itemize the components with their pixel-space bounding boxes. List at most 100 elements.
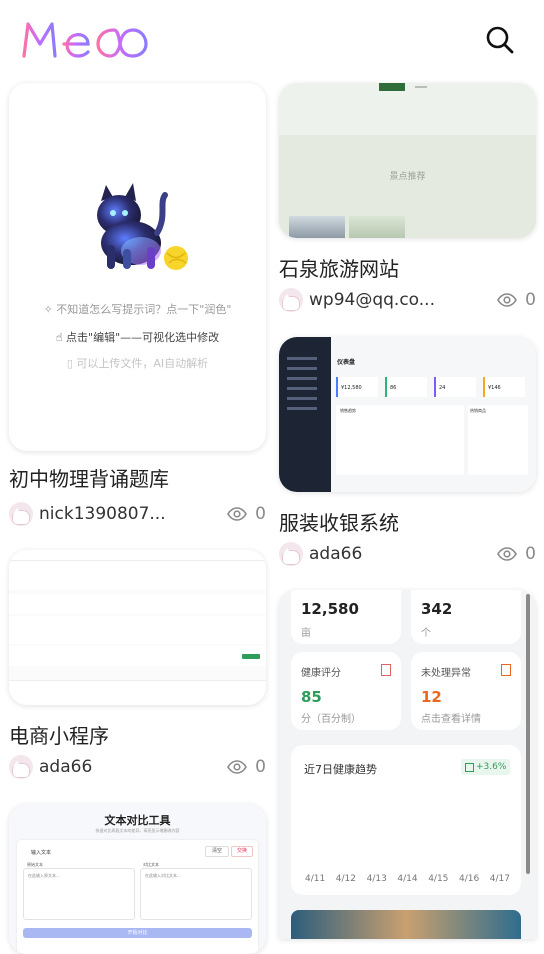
project-card[interactable]: ✧ 不知道怎么写提示词？点一下"润色" ☝ 点击"编辑"——可视化选中修改 ▯ … — [9, 83, 266, 528]
abnormal-hint: 点击查看详情 — [421, 714, 481, 725]
sidebar-item — [287, 387, 317, 390]
trend-badge: +3.6% — [461, 759, 511, 775]
project-card[interactable]: 景点推荐 石泉旅游网站 wp94@qq.co... 0 — [279, 83, 536, 313]
author-avatar[interactable] — [279, 542, 303, 566]
card-thumbnail[interactable]: 景点推荐 — [279, 83, 536, 238]
author-avatar[interactable] — [279, 288, 303, 312]
order-row — [9, 594, 266, 614]
stat-card: 342 个 — [411, 590, 521, 644]
author-name[interactable]: ada66 — [309, 544, 362, 564]
author-avatar[interactable] — [9, 755, 33, 779]
tool-title: 文本对比工具 — [104, 814, 171, 827]
view-count: 0 — [227, 501, 266, 527]
view-count: 0 — [227, 754, 266, 780]
project-card[interactable]: 仪表盘 ¥12,580 86 24 ¥146 销售趋势 热销商品 服装收银系统 … — [279, 337, 536, 569]
order-row — [9, 562, 266, 590]
card-thumbnail[interactable]: 仪表盘 ¥12,580 86 24 ¥146 销售趋势 热销商品 — [279, 337, 536, 492]
axis-tick: 4/15 — [428, 874, 449, 884]
sidebar-item — [287, 397, 317, 400]
tool-subtitle: 快速对比两段文本的差异，高亮显示增删改内容 — [95, 828, 180, 833]
compare-button: 开始对比 — [23, 928, 252, 938]
sparkle-icon: ✧ — [43, 303, 53, 316]
project-card[interactable]: 12,580 亩 342 个 健康评分 85 分（百分制） 未处理异常 12 点… — [279, 590, 536, 939]
axis-tick: 4/13 — [366, 874, 387, 884]
author-name[interactable]: nick1390807... — [39, 504, 166, 524]
card-meta: nick1390807... 0 — [9, 501, 266, 527]
section-heading: 景点推荐 — [389, 172, 426, 182]
text-area: 在此输入原文本... — [23, 868, 135, 920]
author-avatar[interactable] — [9, 502, 33, 526]
hint-line: ✧ 不知道怎么写提示词？点一下"润色" — [43, 303, 232, 316]
abnormal-label: 未处理异常 — [421, 668, 471, 679]
stat-tile: 86 — [385, 377, 427, 397]
axis-tick: 4/17 — [489, 874, 510, 884]
card-thumbnail[interactable] — [9, 550, 266, 705]
card-title[interactable]: 石泉旅游网站 — [279, 253, 399, 282]
card-meta: wp94@qq.co... 0 — [279, 287, 536, 313]
hint-line: ☝ 点击"编辑"——可视化选中修改 — [55, 331, 220, 344]
search-icon — [486, 26, 514, 54]
sidebar-item — [287, 407, 317, 410]
swap-button: 交换 — [231, 846, 253, 857]
axis-tick: 4/16 — [458, 874, 480, 884]
sales-chart-panel — [336, 405, 464, 475]
abnormal-card: 未处理异常 12 点击查看详情 — [411, 652, 521, 730]
warning-icon — [501, 664, 511, 676]
site-nav — [379, 83, 405, 91]
stat-unit: 亩 — [301, 628, 311, 639]
trend-up-icon — [465, 762, 474, 772]
site-nav-item — [415, 86, 427, 88]
stat-value: 12,580 — [301, 600, 359, 618]
trend-card: 近7日健康趋势 +3.6% 4/11 4/12 4/13 4/14 4/15 4… — [291, 745, 521, 895]
card-thumbnail[interactable]: 文本对比工具 快速对比两段文本的差异，高亮显示增删改内容 输入文本 清空 交换 … — [9, 804, 266, 954]
health-value: 85 — [301, 688, 322, 706]
shield-icon — [381, 664, 391, 676]
project-card[interactable]: 文本对比工具 快速对比两段文本的差异，高亮显示增删改内容 输入文本 清空 交换 … — [9, 804, 266, 954]
card-thumbnail[interactable]: ✧ 不知道怎么写提示词？点一下"润色" ☝ 点击"编辑"——可视化选中修改 ▯ … — [9, 83, 266, 451]
pointer-icon: ☝ — [55, 331, 63, 344]
author-name[interactable]: ada66 — [39, 757, 92, 777]
panel-title: 销售趋势 — [340, 408, 356, 413]
panel-label: 输入文本 — [31, 850, 52, 856]
search-button[interactable] — [484, 24, 516, 56]
author-name[interactable]: wp94@qq.co... — [309, 290, 435, 310]
card-thumbnail[interactable]: 12,580 亩 342 个 健康评分 85 分（百分制） 未处理异常 12 点… — [279, 590, 536, 939]
stat-value: 342 — [421, 600, 453, 618]
axis-tick: 4/11 — [305, 874, 326, 884]
project-card[interactable]: 电商小程序 ada66 0 — [9, 550, 266, 782]
landscape-photo — [291, 910, 521, 939]
photo-thumb — [289, 216, 345, 238]
eye-icon — [497, 547, 518, 561]
tab-bar — [9, 550, 266, 561]
sidebar-item — [287, 377, 317, 380]
health-unit: 分（百分制） — [301, 714, 361, 725]
axis-tick: 4/12 — [335, 874, 357, 884]
stat-tile: ¥146 — [483, 377, 525, 397]
status-button — [242, 654, 260, 659]
card-title[interactable]: 服装收银系统 — [279, 507, 399, 536]
clear-button: 清空 — [205, 846, 229, 857]
meoo-logo[interactable] — [20, 18, 150, 66]
view-count: 0 — [497, 287, 536, 313]
file-icon: ▯ — [66, 357, 73, 370]
scrollbar[interactable] — [526, 594, 530, 874]
bottom-nav — [9, 680, 266, 705]
stat-card: 12,580 亩 — [291, 590, 401, 644]
cat-illustration — [97, 183, 188, 270]
text-area: 在此输入对比文本... — [140, 868, 252, 920]
card-title[interactable]: 初中物理背诵题库 — [9, 463, 169, 492]
trend-title: 近7日健康趋势 — [304, 763, 377, 776]
eye-icon — [227, 760, 248, 774]
view-count: 0 — [497, 541, 536, 567]
app-header — [0, 0, 544, 80]
health-label: 健康评分 — [301, 668, 341, 679]
eye-icon — [497, 293, 518, 307]
sidebar-item — [287, 367, 317, 370]
eye-icon — [227, 507, 248, 521]
panel-title: 热销商品 — [470, 408, 486, 413]
dashboard-title: 仪表盘 — [337, 359, 356, 366]
hint-line: ▯ 可以上传文件，AI自动解析 — [66, 357, 209, 370]
stat-unit: 个 — [421, 628, 431, 639]
card-title[interactable]: 电商小程序 — [9, 720, 109, 749]
order-row — [9, 616, 266, 644]
